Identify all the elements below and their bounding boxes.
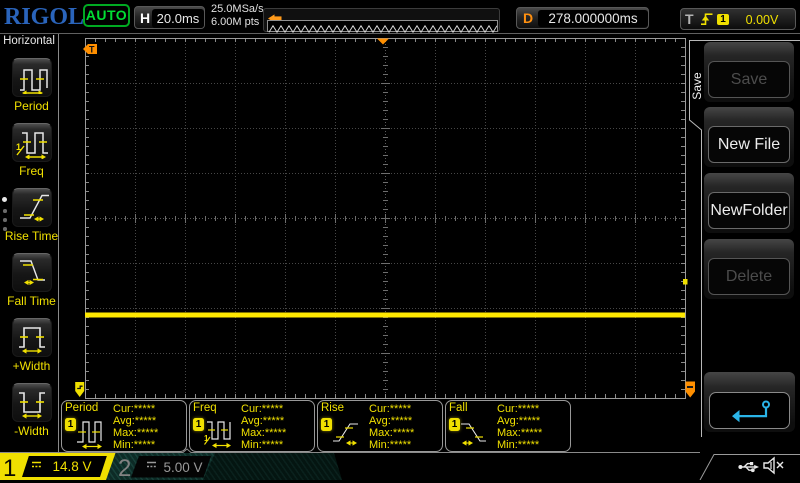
svg-text:T: T (89, 45, 95, 55)
